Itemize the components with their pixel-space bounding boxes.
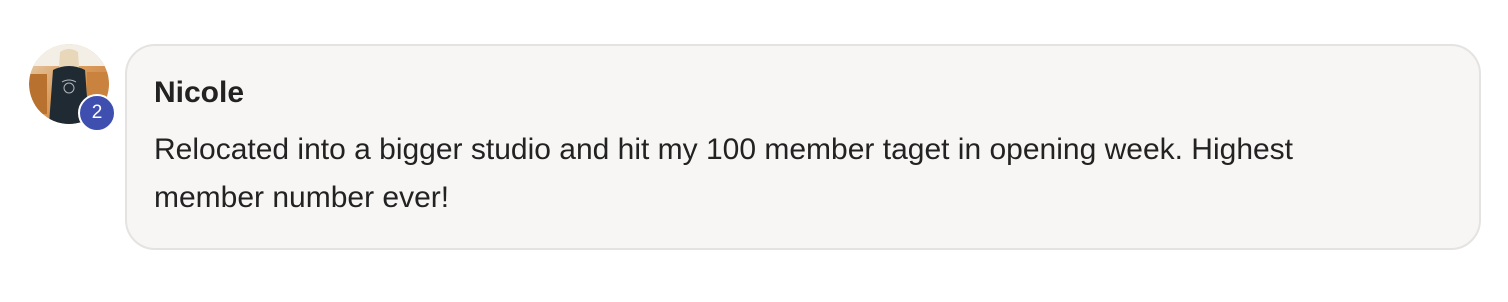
comment-bubble: Nicole Relocated into a bigger studio an… [125, 44, 1481, 250]
avatar-container[interactable]: 2 [29, 44, 116, 132]
badge-count: 2 [78, 94, 116, 132]
comment-text: Relocated into a bigger studio and hit m… [154, 133, 1294, 214]
author-name[interactable]: Nicole [154, 76, 244, 110]
comment: 2 Nicole Relocated into a bigger studio … [0, 0, 1508, 302]
